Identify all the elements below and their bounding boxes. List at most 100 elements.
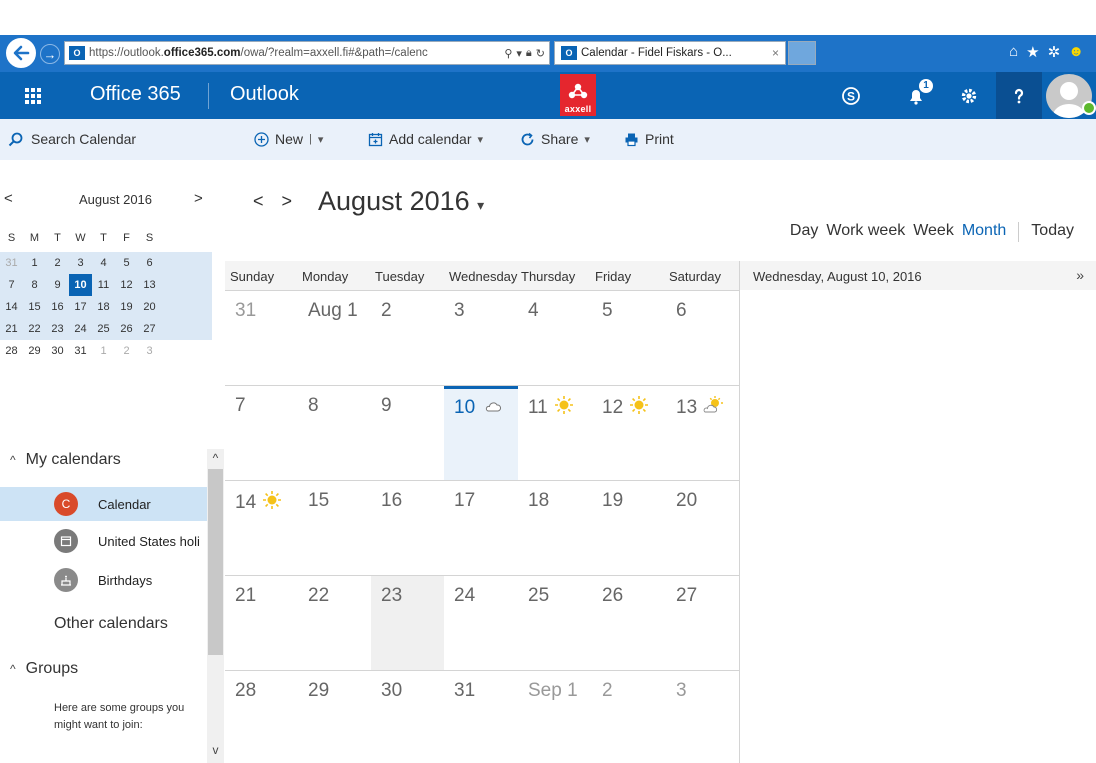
suite-brand[interactable]: Office 365 <box>90 83 181 106</box>
day-cell[interactable]: 21 <box>225 576 298 671</box>
day-cell[interactable]: 22 <box>298 576 371 671</box>
day-cell[interactable]: 8 <box>298 386 371 481</box>
mini-day[interactable]: 21 <box>0 318 23 340</box>
chevron-down-icon[interactable]: ▾ <box>318 133 324 146</box>
share-button[interactable]: Share ▾ <box>520 131 590 147</box>
mini-day[interactable]: 17 <box>69 296 92 318</box>
next-month-button[interactable]: > <box>282 191 293 212</box>
day-cell[interactable]: 20 <box>666 481 739 576</box>
calendar-item-birthdays[interactable]: Birthdays <box>0 563 207 597</box>
print-button[interactable]: Print <box>624 131 674 147</box>
expand-agenda-button[interactable]: » <box>1076 267 1084 283</box>
app-launcher-button[interactable] <box>0 72 66 119</box>
day-cell[interactable]: 13 <box>666 386 739 481</box>
mini-day[interactable]: 29 <box>23 340 46 362</box>
mini-day[interactable]: 6 <box>138 252 161 274</box>
day-cell[interactable]: 16 <box>371 481 444 576</box>
scroll-up-icon[interactable]: ^ <box>207 449 224 467</box>
day-cell[interactable]: 31 <box>225 291 298 386</box>
day-cell[interactable]: 18 <box>518 481 592 576</box>
mini-day[interactable]: 30 <box>46 340 69 362</box>
mini-day[interactable]: 1 <box>23 252 46 274</box>
day-cell[interactable]: 27 <box>666 576 739 671</box>
mini-prev-month-button[interactable]: < <box>4 190 13 207</box>
settings-button[interactable] <box>946 72 992 119</box>
dropdown-icon[interactable]: ▾ <box>516 47 522 60</box>
help-button[interactable] <box>996 72 1042 119</box>
day-cell[interactable]: 5 <box>592 291 666 386</box>
app-name[interactable]: Outlook <box>230 83 299 106</box>
mini-calendar-title[interactable]: August 2016 <box>79 192 152 207</box>
tab-close-button[interactable]: × <box>772 46 779 60</box>
mini-day[interactable]: 12 <box>115 274 138 296</box>
day-cell[interactable]: 12 <box>592 386 666 481</box>
mini-next-month-button[interactable]: > <box>194 190 203 207</box>
calendar-item-us-holidays[interactable]: United States holi <box>0 524 207 558</box>
day-cell[interactable]: 26 <box>592 576 666 671</box>
mini-day[interactable]: 25 <box>92 318 115 340</box>
view-month-button[interactable]: Month <box>962 222 1006 242</box>
view-week-button[interactable]: Week <box>913 222 954 242</box>
day-cell[interactable]: 2 <box>592 671 666 763</box>
day-cell[interactable]: 7 <box>225 386 298 481</box>
day-cell-today[interactable]: 10 <box>444 386 518 481</box>
day-cell[interactable]: 29 <box>298 671 371 763</box>
mini-day[interactable]: 5 <box>115 252 138 274</box>
mini-day[interactable]: 24 <box>69 318 92 340</box>
mini-day[interactable]: 31 <box>0 252 23 274</box>
refresh-icon[interactable]: ↻ <box>536 47 545 60</box>
mini-day[interactable]: 23 <box>46 318 69 340</box>
new-button[interactable]: New | ▾ <box>254 131 323 147</box>
mini-day[interactable]: 8 <box>23 274 46 296</box>
mini-day[interactable]: 3 <box>138 340 161 362</box>
mini-day[interactable]: 14 <box>0 296 23 318</box>
scroll-down-icon[interactable]: v <box>207 741 224 759</box>
month-title[interactable]: August 2016 ▾ <box>318 186 484 217</box>
day-cell[interactable]: 31 <box>444 671 518 763</box>
add-calendar-button[interactable]: Add calendar ▾ <box>368 131 483 147</box>
day-cell[interactable]: 25 <box>518 576 592 671</box>
forward-button[interactable]: → <box>40 44 60 64</box>
day-cell[interactable]: Sep 1 <box>518 671 592 763</box>
feedback-smiley-icon[interactable]: ☻ <box>1068 43 1084 61</box>
mini-day[interactable]: 27 <box>138 318 161 340</box>
mini-day[interactable]: 4 <box>92 252 115 274</box>
day-cell[interactable]: 28 <box>225 671 298 763</box>
day-cell[interactable]: 9 <box>371 386 444 481</box>
day-cell[interactable]: 15 <box>298 481 371 576</box>
today-button[interactable]: Today <box>1031 222 1074 242</box>
search-calendar-button[interactable]: Search Calendar <box>8 131 136 147</box>
home-icon[interactable]: ⌂ <box>1009 43 1018 61</box>
prev-month-button[interactable]: < <box>253 191 264 212</box>
mini-day[interactable]: 22 <box>23 318 46 340</box>
mini-day[interactable]: 18 <box>92 296 115 318</box>
browser-tab[interactable]: O Calendar - Fidel Fiskars - O... × <box>554 41 786 65</box>
day-cell[interactable]: 3 <box>444 291 518 386</box>
mini-day[interactable]: 13 <box>138 274 161 296</box>
skype-button[interactable]: S <box>828 72 874 119</box>
view-day-button[interactable]: Day <box>790 222 818 242</box>
day-cell[interactable]: 4 <box>518 291 592 386</box>
day-cell[interactable]: 17 <box>444 481 518 576</box>
day-cell[interactable]: 6 <box>666 291 739 386</box>
notifications-button[interactable]: 1 <box>893 72 939 119</box>
day-cell[interactable]: 2 <box>371 291 444 386</box>
calendar-item-calendar[interactable]: C Calendar <box>0 487 207 521</box>
day-cell[interactable]: 11 <box>518 386 592 481</box>
mini-day[interactable]: 16 <box>46 296 69 318</box>
settings-gear-icon[interactable]: ✲ <box>1048 43 1061 61</box>
mini-day[interactable]: 9 <box>46 274 69 296</box>
view-work-week-button[interactable]: Work week <box>826 222 905 242</box>
mini-day[interactable]: 1 <box>92 340 115 362</box>
mini-day-selected[interactable]: 10 <box>69 274 92 296</box>
back-button[interactable] <box>6 38 36 68</box>
other-calendars-header[interactable]: Other calendars <box>54 615 168 633</box>
day-cell[interactable]: 30 <box>371 671 444 763</box>
mini-day[interactable]: 19 <box>115 296 138 318</box>
mini-day[interactable]: 20 <box>138 296 161 318</box>
day-cell[interactable]: Aug 1 <box>298 291 371 386</box>
mini-day[interactable]: 26 <box>115 318 138 340</box>
day-cell[interactable]: 14 <box>225 481 298 576</box>
groups-header[interactable]: ^ Groups <box>10 660 78 678</box>
day-cell[interactable]: 19 <box>592 481 666 576</box>
